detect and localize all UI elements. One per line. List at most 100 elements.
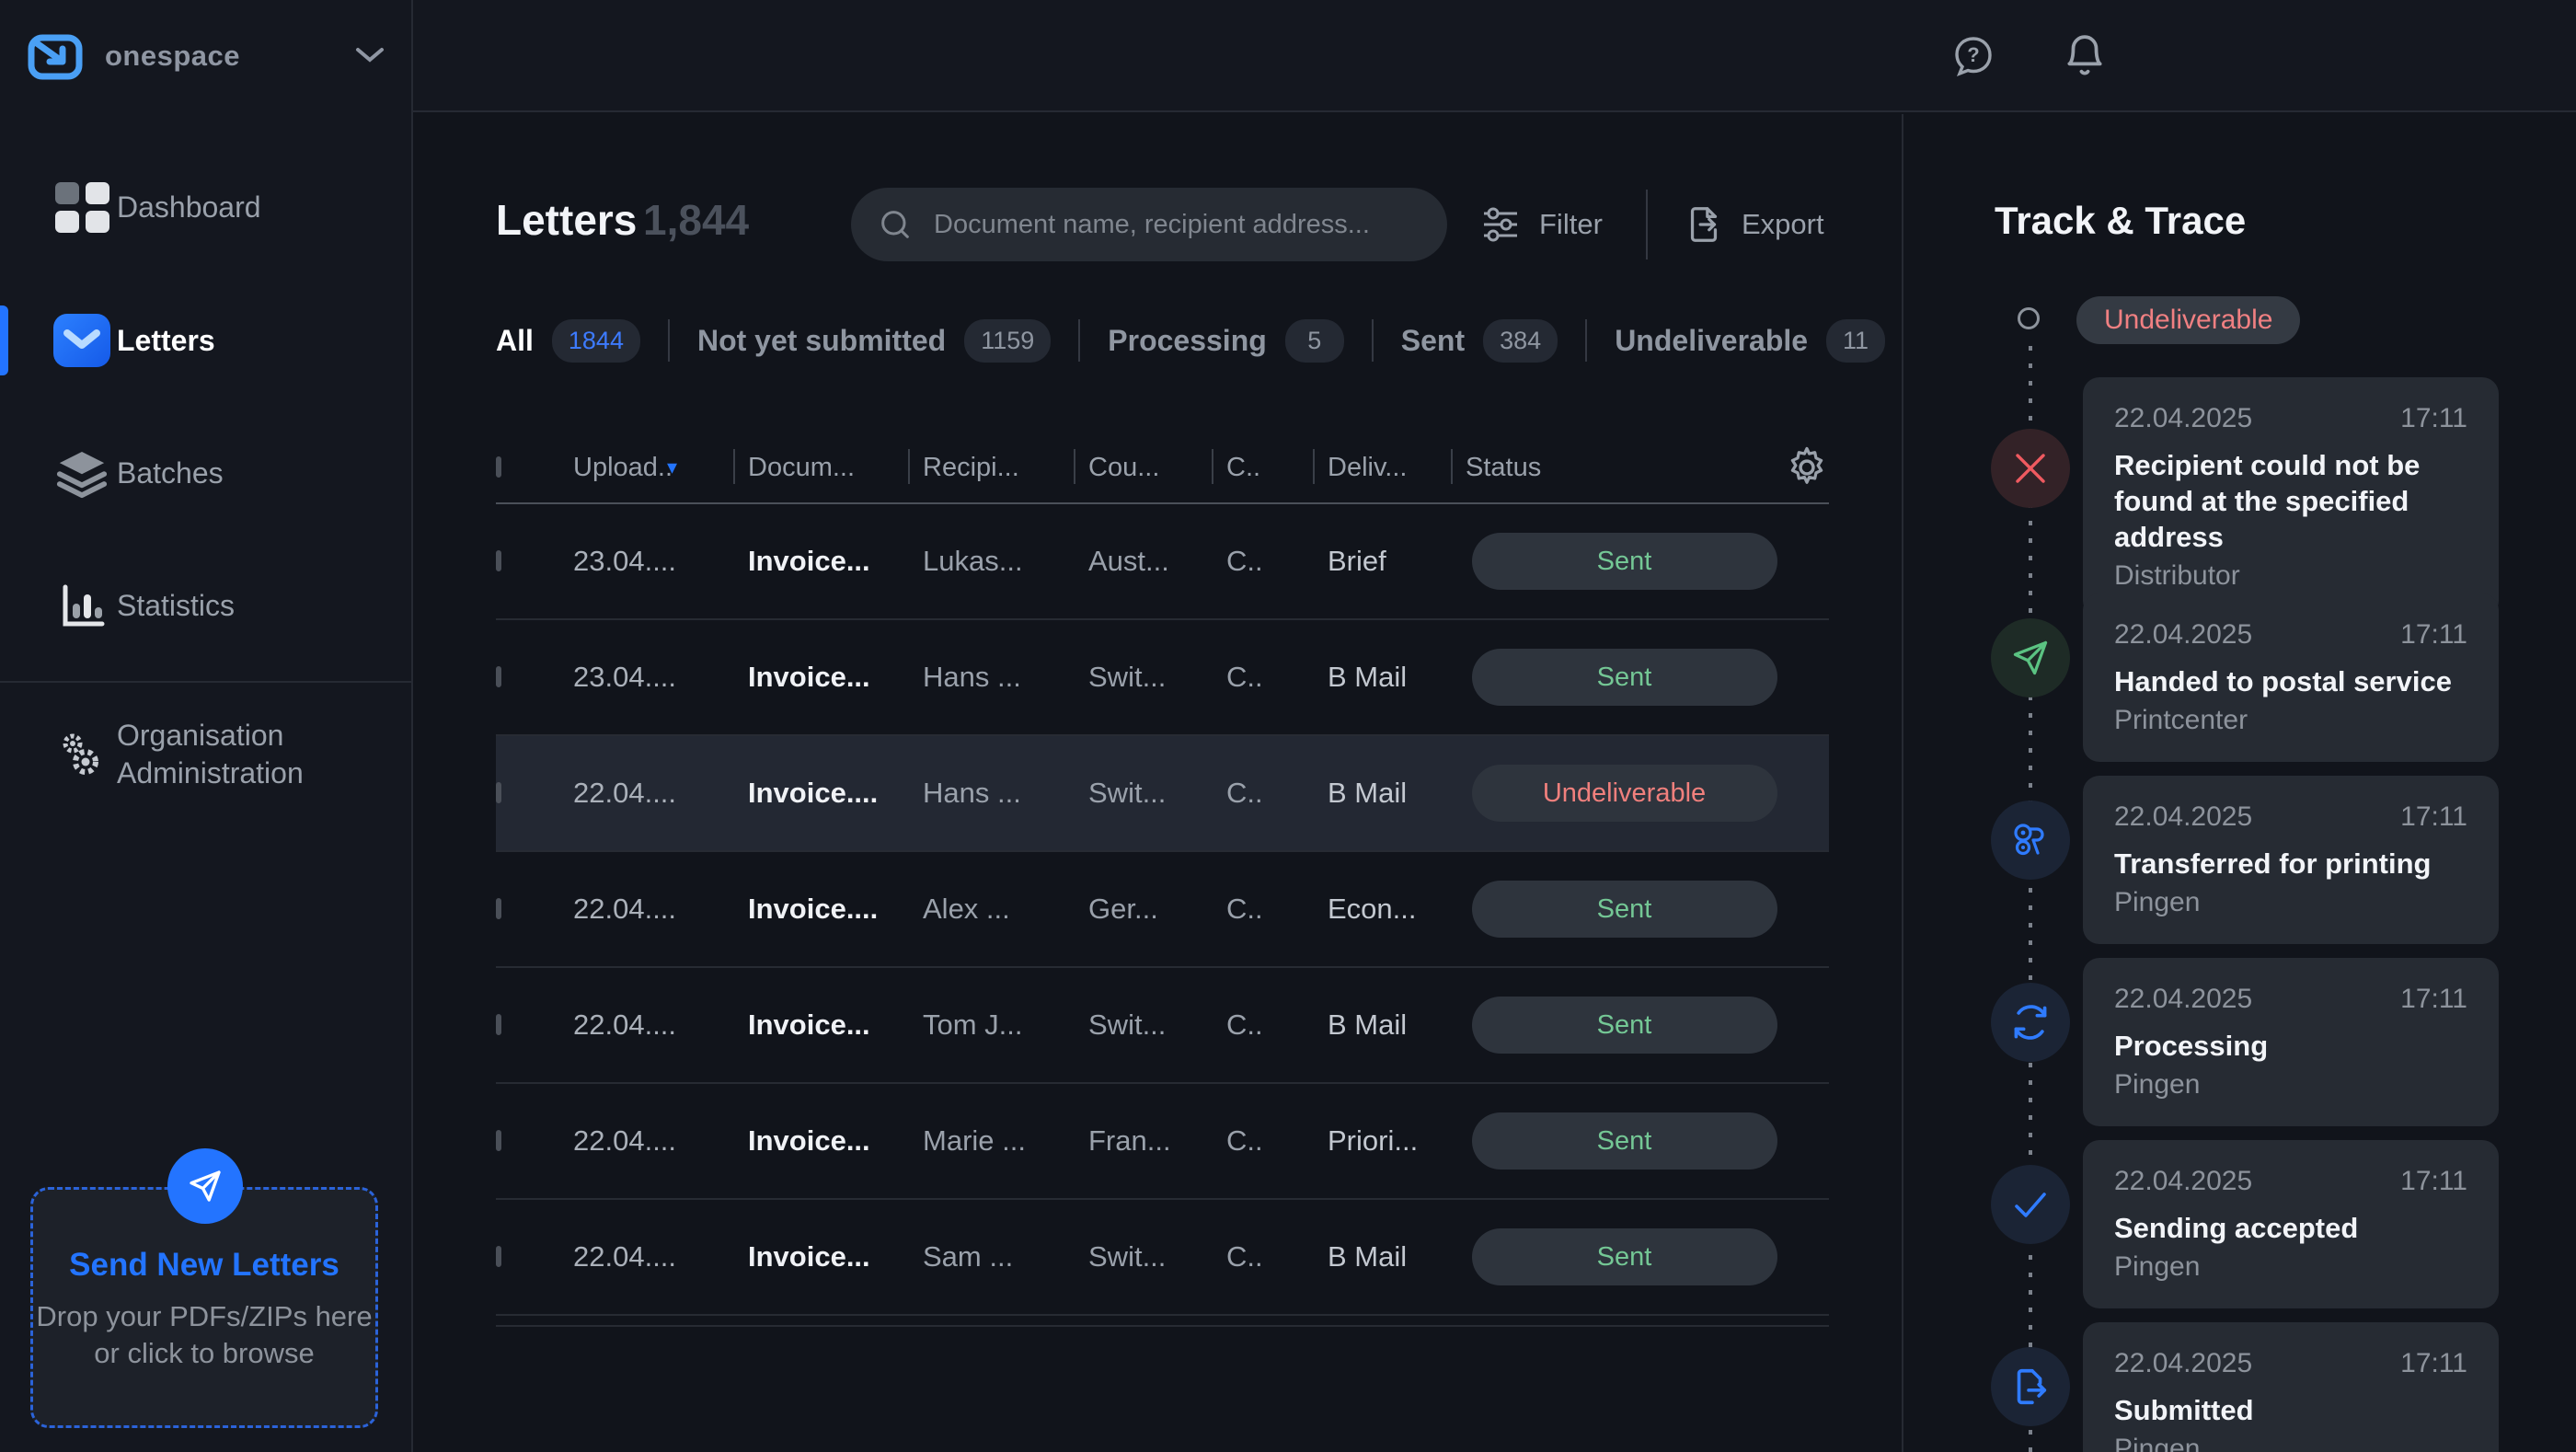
export-button[interactable]: Export [1683, 195, 1824, 254]
event-date: 22.04.2025 [2114, 1166, 2252, 1197]
timeline-start-circle [2018, 307, 2040, 329]
svg-text:?: ? [1967, 43, 1979, 66]
bar-chart-icon [53, 577, 110, 634]
table-settings-button[interactable] [1783, 444, 1831, 491]
help-icon[interactable]: ? [1950, 33, 1996, 79]
table-row[interactable]: 23.04.... Invoice... Lukas... Aust... C.… [496, 504, 1829, 620]
event-date: 22.04.2025 [2114, 1348, 2252, 1379]
tab-count-badge: 384 [1483, 319, 1558, 363]
document-export-icon [1991, 1347, 2070, 1426]
tab-sent[interactable]: Sent 384 [1401, 319, 1558, 363]
event-date: 22.04.2025 [2114, 801, 2252, 833]
track-trace-panel: Track & Trace Undeliverable 22.04.2025 1… [1902, 114, 2576, 1452]
tab-all[interactable]: All 1844 [496, 319, 640, 363]
event-time: 17:11 [2400, 403, 2467, 434]
table-row[interactable]: 22.04.... Invoice.... Alex ... Ger... C.… [496, 852, 1829, 968]
event-date: 22.04.2025 [2114, 984, 2252, 1015]
column-header-country[interactable]: Cou... [1088, 453, 1226, 483]
row-checkbox[interactable] [496, 666, 501, 687]
event-source: Pingen [2114, 1069, 2467, 1101]
row-checkbox[interactable] [496, 1246, 501, 1267]
document-export-icon [1683, 203, 1725, 246]
header-divider [1646, 190, 1648, 259]
table-row[interactable]: 23.04.... Invoice... Hans ... Swit... C.… [496, 620, 1829, 736]
event-title: Handed to postal service [2114, 663, 2467, 699]
event-source: Printcenter [2114, 705, 2467, 736]
column-header-delivery[interactable]: Deliv... [1328, 453, 1466, 483]
row-checkbox[interactable] [496, 550, 501, 571]
dropzone-title: Send New Letters [33, 1247, 375, 1284]
letters-total-count: 1,844 [643, 195, 749, 245]
table-row[interactable]: 22.04.... Invoice... Tom J... Swit... C.… [496, 968, 1829, 1084]
notification-bell-icon[interactable] [2062, 33, 2108, 79]
tab-not-yet-submitted[interactable]: Not yet submitted 1159 [697, 319, 1051, 363]
event-source: Pingen [2114, 1251, 2467, 1283]
chevron-down-icon[interactable] [354, 44, 385, 64]
track-status-badge: Undeliverable [2076, 296, 2300, 344]
print-roller-icon [1991, 801, 2070, 880]
search-icon [877, 206, 914, 243]
track-event-card: 22.04.2025 17:11 Recipient could not be … [2083, 377, 2499, 617]
track-trace-title: Track & Trace [1995, 199, 2246, 243]
row-checkbox[interactable] [496, 782, 501, 803]
filter-button[interactable]: Filter [1478, 195, 1603, 254]
event-source: Pingen [2114, 887, 2467, 918]
track-event-card: 22.04.2025 17:11 Processing Pingen [2083, 958, 2499, 1126]
column-header-recipient[interactable]: Recipi... [923, 453, 1088, 483]
column-header-document[interactable]: Docum... [748, 453, 923, 483]
search-input[interactable] [934, 210, 1421, 240]
event-title: Transferred for printing [2114, 846, 2467, 882]
track-event-card: 22.04.2025 17:11 Submitted Pingen [2083, 1322, 2499, 1452]
sidebar-item-label: OrganisationAdministration [117, 717, 304, 792]
sidebar-item-letters[interactable]: Letters [0, 273, 411, 408]
track-event-card: 22.04.2025 17:11 Sending accepted Pingen [2083, 1140, 2499, 1308]
table-row[interactable]: 22.04.... Invoice... Marie ... Fran... C… [496, 1084, 1829, 1200]
dropzone-subtitle: Drop your PDFs/ZIPs here or click to bro… [33, 1298, 375, 1372]
tab-undeliverable[interactable]: Undeliverable 11 [1615, 319, 1885, 363]
column-header-c[interactable]: C.. [1226, 453, 1328, 483]
onespace-logo-icon [26, 27, 85, 86]
status-badge: Undeliverable [1472, 765, 1777, 822]
sidebar-item-label: Letters [117, 322, 215, 359]
sidebar-item-dashboard[interactable]: Dashboard [0, 140, 411, 274]
brand-menu[interactable]: onespace [0, 0, 411, 112]
export-label: Export [1742, 208, 1824, 241]
table-bottom-line [496, 1325, 1829, 1327]
timeline [2029, 346, 2032, 1452]
select-all-checkbox[interactable] [496, 456, 501, 478]
topbar: ? EmilyJohnson [413, 0, 2576, 112]
event-time: 17:11 [2400, 1348, 2467, 1379]
filter-sliders-icon [1478, 202, 1523, 247]
column-header-status[interactable]: Status [1466, 453, 1783, 483]
event-date: 22.04.2025 [2114, 619, 2252, 651]
row-checkbox[interactable] [496, 1014, 501, 1035]
event-time: 17:11 [2400, 801, 2467, 833]
check-icon [1991, 1165, 2070, 1244]
sidebar-item-statistics[interactable]: Statistics [0, 538, 411, 673]
table-row[interactable]: 22.04.... Invoice... Sam ... Swit... C..… [496, 1200, 1829, 1316]
event-source: Distributor [2114, 560, 2467, 592]
table-row-selected[interactable]: 22.04.... Invoice.... Hans ... Swit... C… [496, 736, 1829, 852]
sidebar-item-batches[interactable]: Batches [0, 406, 411, 540]
event-time: 17:11 [2400, 619, 2467, 651]
tab-count-badge: 1844 [552, 319, 640, 363]
sidebar-item-organisation-administration[interactable]: OrganisationAdministration [0, 687, 411, 822]
row-checkbox[interactable] [496, 1130, 501, 1151]
event-date: 22.04.2025 [2114, 403, 2252, 434]
send-letters-plane-icon[interactable] [167, 1148, 243, 1224]
sidebar-divider [0, 681, 411, 683]
sidebar-item-label: Dashboard [117, 189, 261, 225]
envelope-icon [53, 312, 110, 369]
filter-label: Filter [1539, 208, 1603, 241]
tab-processing[interactable]: Processing 5 [1108, 319, 1344, 363]
sidebar-item-label: Statistics [117, 587, 235, 624]
sort-desc-icon[interactable]: ▾ [667, 455, 677, 479]
column-header-upload[interactable]: Upload..▾ [573, 453, 748, 483]
row-checkbox[interactable] [496, 898, 501, 919]
sidebar: onespace Dashboard Letters [0, 0, 413, 1452]
x-icon [1991, 429, 2070, 508]
status-badge: Sent [1472, 881, 1777, 938]
status-badge: Sent [1472, 1228, 1777, 1285]
gear-icon [1783, 444, 1831, 491]
status-badge: Sent [1472, 1112, 1777, 1170]
